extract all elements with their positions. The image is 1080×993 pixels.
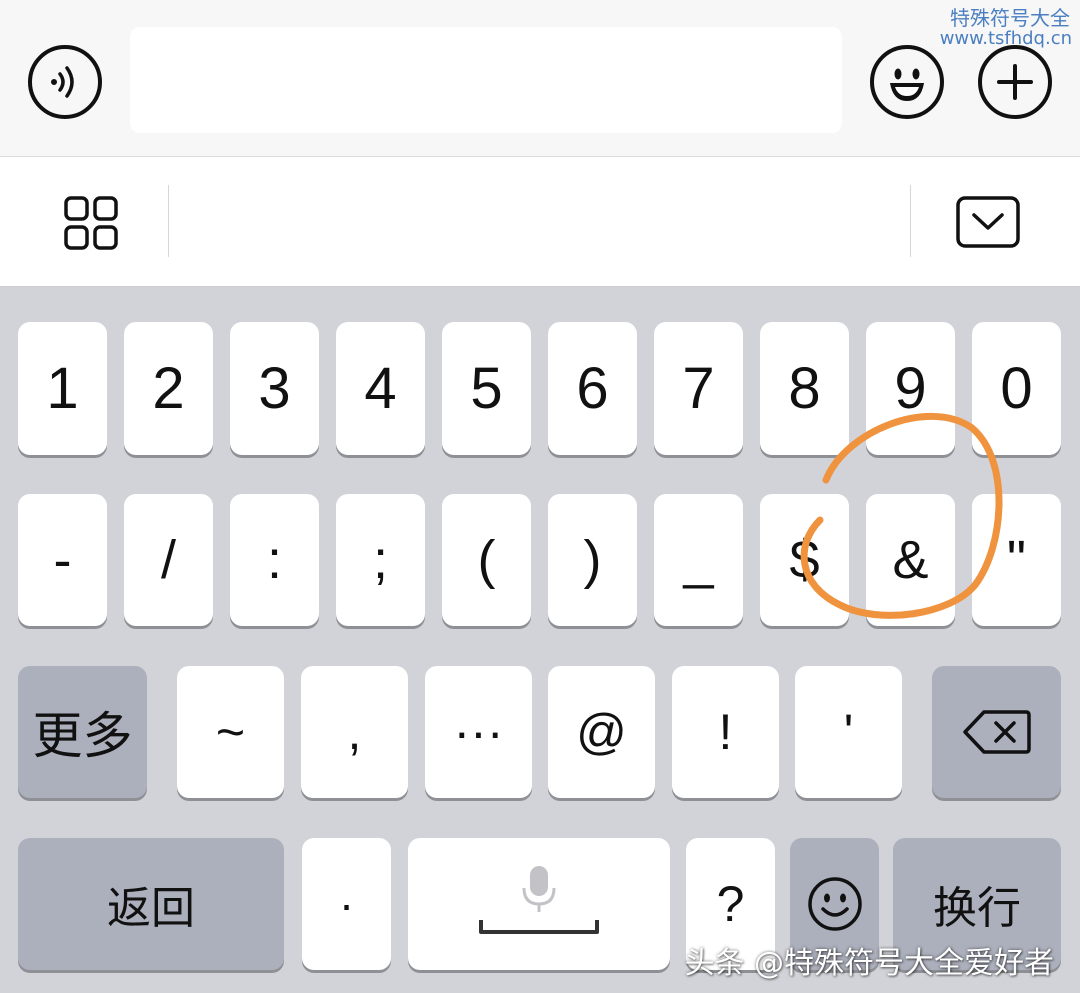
key-label: _: [683, 530, 714, 590]
key-slash[interactable]: /: [124, 494, 213, 626]
key-8[interactable]: 8: [760, 322, 849, 455]
key-dollar[interactable]: $: [760, 494, 849, 626]
collapse-keyboard-button[interactable]: [955, 195, 1021, 251]
key-label: ~: [215, 704, 246, 760]
key-label: $: [789, 530, 820, 590]
key-label: 7: [682, 356, 715, 421]
key-label: 更多: [32, 707, 133, 765]
key-label: 换行: [933, 883, 1021, 934]
key-7[interactable]: 7: [654, 322, 743, 455]
key-label: 3: [258, 356, 291, 421]
emoji-button[interactable]: [870, 45, 944, 119]
toolbar-divider: [168, 185, 169, 257]
grid-icon: [64, 196, 118, 250]
backspace-icon: [962, 710, 1031, 754]
key-hyphen[interactable]: -: [18, 494, 107, 626]
key-label: ···: [453, 704, 504, 760]
key-label: 5: [470, 356, 503, 421]
credit-watermark: 头条 @特殊符号大全爱好者: [684, 946, 1054, 981]
watermark-url: www.tsfhdq.cn: [939, 28, 1072, 49]
message-input[interactable]: [130, 27, 842, 133]
key-label: -: [53, 530, 72, 590]
key-label: &: [892, 530, 929, 590]
voice-icon: [51, 66, 74, 98]
key-label: ': [843, 704, 854, 760]
menu-button[interactable]: [60, 192, 124, 256]
key-comma[interactable]: ,: [301, 666, 408, 798]
keyboard-toolbar: [0, 157, 1080, 287]
voice-input-button[interactable]: [28, 45, 102, 119]
key-tilde[interactable]: ~: [177, 666, 284, 798]
key-1[interactable]: 1: [18, 322, 107, 455]
key-label: @: [576, 704, 627, 760]
key-left-paren[interactable]: (: [442, 494, 531, 626]
key-label: ): [583, 530, 602, 590]
key-label: 返回: [107, 883, 195, 934]
key-middle-dot[interactable]: ·: [302, 838, 391, 970]
more-symbols-key[interactable]: 更多: [18, 666, 147, 798]
key-label: 9: [894, 356, 927, 421]
key-ellipsis[interactable]: ···: [425, 666, 532, 798]
key-5[interactable]: 5: [442, 322, 531, 455]
key-colon[interactable]: :: [230, 494, 319, 626]
smiley-icon: [890, 68, 924, 101]
key-quote[interactable]: ": [972, 494, 1061, 626]
key-label: 2: [152, 356, 185, 421]
key-at[interactable]: @: [548, 666, 655, 798]
key-label: 4: [364, 356, 397, 421]
key-ampersand[interactable]: &: [866, 494, 955, 626]
back-key[interactable]: 返回: [18, 838, 284, 970]
delete-key[interactable]: [932, 666, 1061, 798]
key-2[interactable]: 2: [124, 322, 213, 455]
space-key[interactable]: [408, 838, 670, 970]
key-0[interactable]: 0: [972, 322, 1061, 455]
toolbar-divider: [910, 185, 911, 257]
key-label: /: [160, 530, 176, 590]
key-label: ;: [372, 530, 388, 590]
chevron-down-icon: [956, 196, 1020, 248]
key-label: 8: [788, 356, 821, 421]
key-label: :: [266, 530, 282, 590]
key-label: (: [477, 530, 496, 590]
key-label: 1: [46, 356, 79, 421]
key-label: ?: [716, 876, 745, 932]
key-semicolon[interactable]: ;: [336, 494, 425, 626]
key-label: ·: [338, 878, 355, 930]
key-label: !: [718, 704, 733, 760]
key-exclamation[interactable]: !: [672, 666, 779, 798]
key-right-paren[interactable]: ): [548, 494, 637, 626]
key-apostrophe[interactable]: ': [795, 666, 902, 798]
smiley-icon: [807, 877, 862, 931]
key-label: ,: [347, 704, 362, 760]
key-4[interactable]: 4: [336, 322, 425, 455]
key-9[interactable]: 9: [866, 322, 955, 455]
key-label: 6: [576, 356, 609, 421]
microphone-icon: [479, 866, 599, 934]
add-button[interactable]: [978, 45, 1052, 119]
plus-icon: [997, 64, 1033, 100]
key-label: 0: [1000, 356, 1033, 421]
key-underscore[interactable]: _: [654, 494, 743, 626]
key-6[interactable]: 6: [548, 322, 637, 455]
key-3[interactable]: 3: [230, 322, 319, 455]
input-bar: [0, 0, 1080, 157]
watermark-title: 特殊符号大全: [950, 6, 1070, 30]
key-label: ": [1006, 530, 1027, 590]
